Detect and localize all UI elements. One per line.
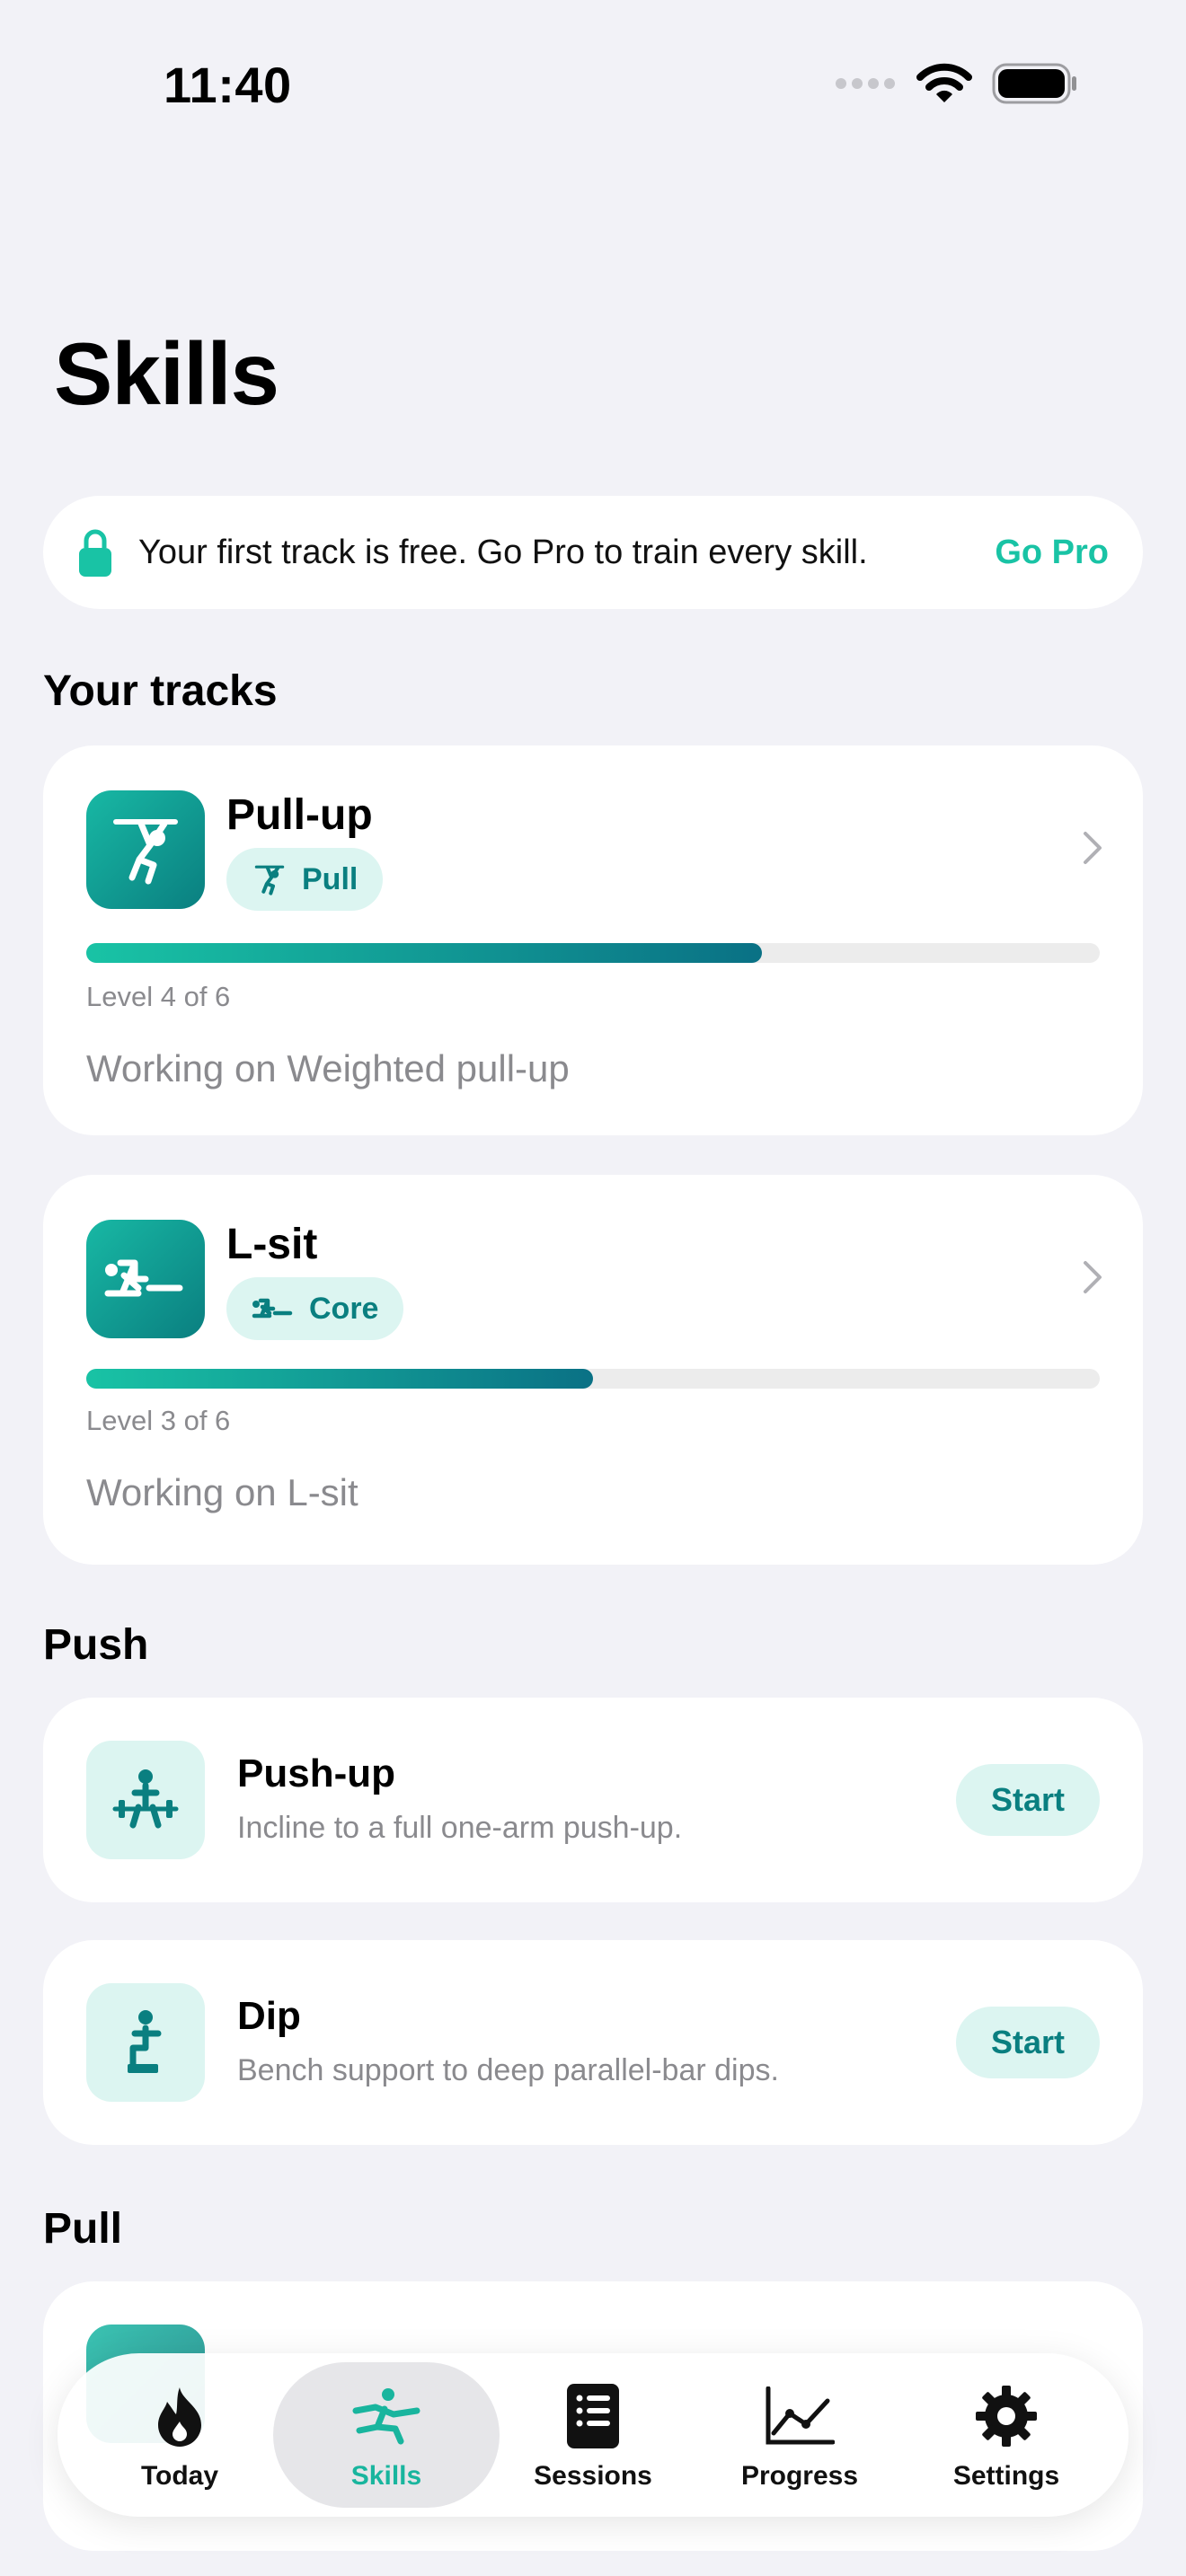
pull-up-small-icon	[254, 865, 285, 895]
skill-title: Dip	[237, 1994, 301, 2038]
gear-icon	[976, 2386, 1037, 2447]
skill-description: Incline to a full one-arm push-up.	[237, 1811, 683, 1845]
skill-card-push-up[interactable]: Push-up Incline to a full one-arm push-u…	[43, 1698, 1143, 1902]
track-card-l-sit[interactable]: L-sit Core Level 3 of 6 Working on L-sit	[43, 1175, 1143, 1565]
l-sit-small-icon	[252, 1298, 293, 1319]
page-title: Skills	[54, 324, 279, 423]
track-progress-fill	[86, 1369, 593, 1389]
tab-progress[interactable]: Progress	[686, 2362, 913, 2508]
category-label: Pull	[302, 861, 358, 896]
status-icons	[834, 63, 1078, 104]
pro-promo-banner[interactable]: Your first track is free. Go Pro to trai…	[43, 496, 1143, 609]
status-time: 11:40	[164, 57, 292, 113]
working-on-text: Working on Weighted pull-up	[86, 1047, 570, 1090]
category-badge: Pull	[226, 848, 384, 911]
dip-figure-icon	[86, 1983, 205, 2102]
track-progress-bar	[86, 1369, 1100, 1389]
battery-icon	[992, 63, 1076, 104]
tab-label: Today	[140, 2461, 219, 2491]
tab-label: Sessions	[534, 2461, 652, 2491]
l-sit-icon	[86, 1220, 205, 1338]
cellular-signal-icon	[836, 78, 895, 89]
start-button[interactable]: Start	[956, 2007, 1100, 2078]
skill-description: Bench support to deep parallel-bar dips.	[237, 2053, 779, 2087]
track-title: Pull-up	[226, 791, 373, 839]
chevron-right-icon	[1084, 1261, 1102, 1293]
lock-icon	[79, 529, 111, 577]
tab-skills[interactable]: Skills	[273, 2362, 500, 2508]
barbell-lift-icon	[86, 1741, 205, 1859]
wifi-icon	[916, 63, 972, 102]
pull-up-icon	[86, 790, 205, 909]
category-badge: Core	[226, 1277, 404, 1340]
start-button[interactable]: Start	[956, 1764, 1100, 1836]
section-title-pull: Pull	[43, 2205, 123, 2253]
skill-title: Push-up	[237, 1751, 395, 1795]
tab-today[interactable]: Today	[66, 2362, 293, 2508]
skill-card-dip[interactable]: Dip Bench support to deep parallel-bar d…	[43, 1940, 1143, 2145]
flame-icon	[158, 2387, 201, 2447]
tab-bar: Today Skills Sessions Progress Settings	[58, 2353, 1128, 2517]
track-title: L-sit	[226, 1221, 318, 1268]
category-label: Core	[309, 1291, 379, 1326]
chart-icon	[766, 2386, 835, 2445]
tab-label: Skills	[350, 2461, 422, 2491]
track-progress-fill	[86, 943, 763, 963]
track-progress-bar	[86, 943, 1100, 963]
working-on-text: Working on L-sit	[86, 1471, 358, 1513]
tab-label: Progress	[740, 2461, 859, 2491]
go-pro-link[interactable]: Go Pro	[995, 534, 1109, 572]
chevron-right-icon	[1084, 832, 1102, 864]
track-card-pull-up[interactable]: Pull-up Pull Level 4 of 6 Working on Wei…	[43, 745, 1143, 1135]
tab-sessions[interactable]: Sessions	[480, 2362, 706, 2508]
tab-settings[interactable]: Settings	[893, 2362, 1120, 2508]
level-text: Level 4 of 6	[86, 981, 231, 1012]
level-text: Level 3 of 6	[86, 1405, 231, 1436]
tab-label: Settings	[952, 2461, 1060, 2491]
section-title-your-tracks: Your tracks	[43, 667, 278, 715]
skills-figure-icon	[352, 2388, 420, 2445]
promo-text: Your first track is free. Go Pro to trai…	[138, 533, 868, 571]
section-title-push: Push	[43, 1621, 149, 1669]
list-icon	[567, 2384, 619, 2448]
